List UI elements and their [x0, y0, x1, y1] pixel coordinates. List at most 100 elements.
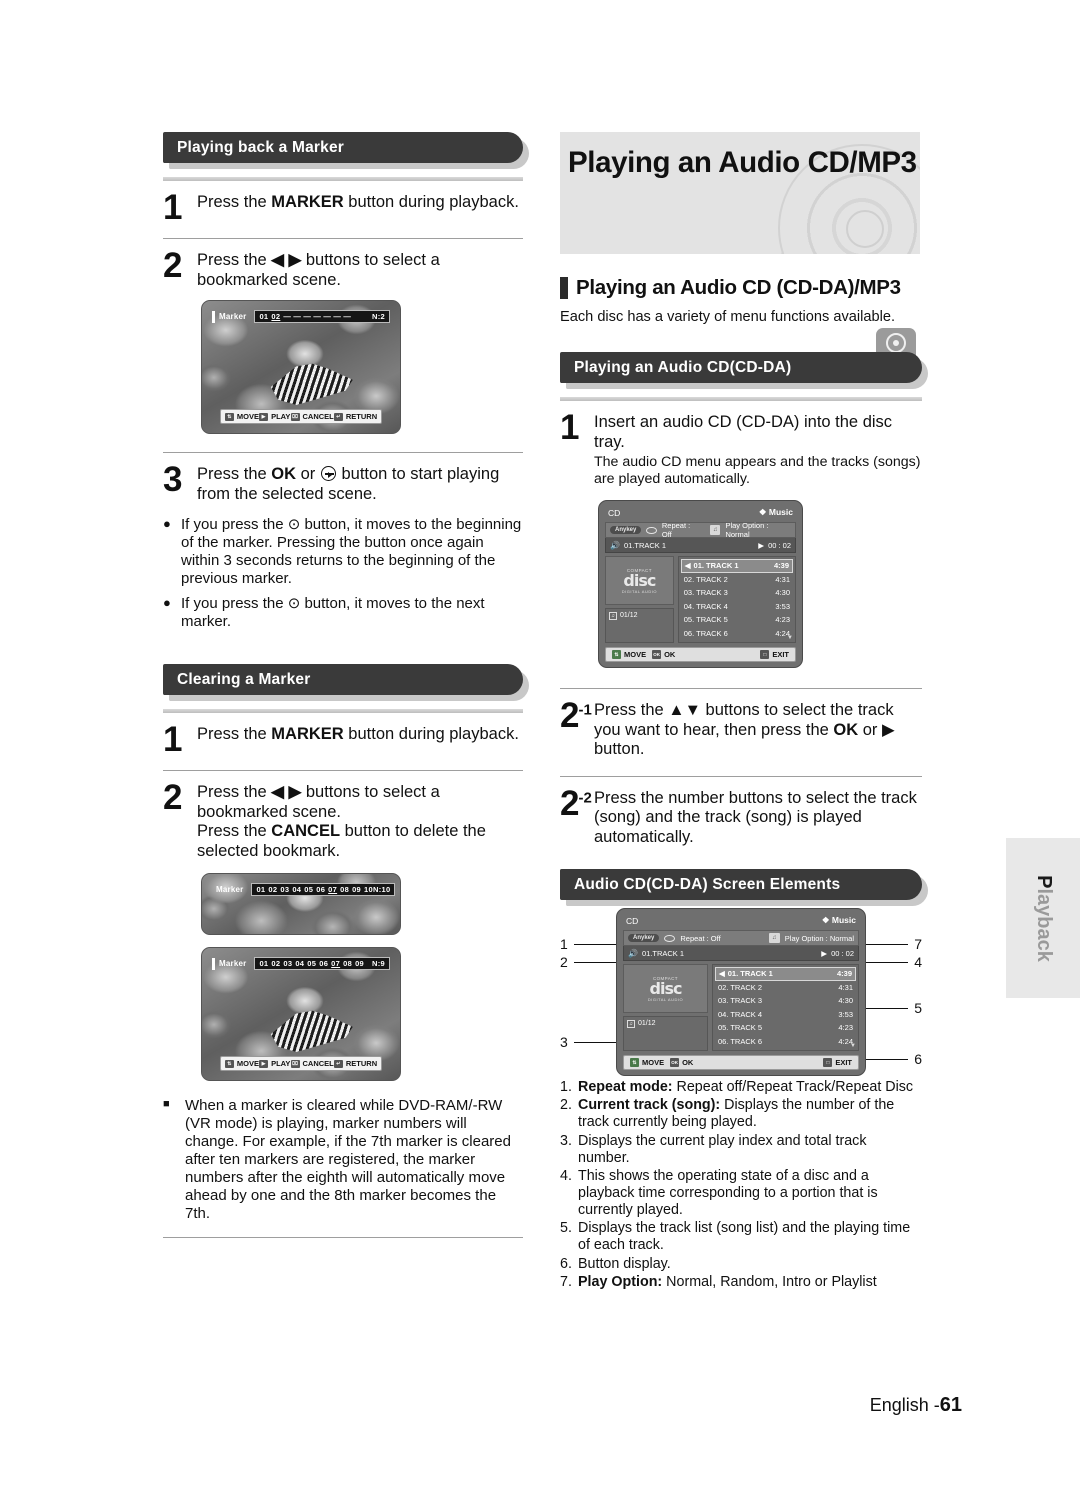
divider — [163, 177, 523, 181]
track-row[interactable]: ◀ 01. TRACK 1 4:39 — [714, 967, 856, 981]
legend-text: Repeat mode: Repeat off/Repeat Track/Rep… — [578, 1079, 922, 1096]
arrow-glyphs-icon: ◀ ▶ — [271, 251, 302, 270]
footer-language: English - — [869, 1395, 940, 1415]
track-name: 06. TRACK 6 — [717, 1036, 763, 1046]
marker-screen-shot-1: Marker 01 02 — — — — — — — N:2 ⇅ MOVE ▶ … — [201, 300, 401, 435]
track-row[interactable]: 06. TRACK 6 4:24 — [715, 1035, 856, 1049]
note-text: If you press the ⊙ button, it moves to t… — [181, 595, 485, 631]
step-text-a: Press the — [594, 701, 669, 720]
callout-number-1: 1 — [560, 936, 568, 953]
osd-marker-label: Marker — [219, 312, 247, 322]
step-number-sup: -2 — [578, 788, 592, 806]
osd-button-label: MOVE — [236, 1059, 259, 1069]
step-text-b: button during playback. — [343, 193, 519, 211]
footer-page-number: 61 — [939, 1394, 962, 1416]
step-text-b: button during playback. — [343, 725, 519, 744]
step-2-2: 2-2 Press the number buttons to select t… — [560, 786, 922, 847]
marker-num: 04 — [292, 885, 302, 895]
track-row[interactable]: 03. TRACK 3 4:30 — [715, 994, 856, 1008]
track-row[interactable]: 03. TRACK 3 4:30 — [681, 586, 793, 600]
divider — [163, 709, 523, 714]
marker-num: 09 — [355, 959, 365, 969]
osd-button-bar: ⇅ MOVE ▶ PLAY ⌧ CANCEL ↵ RETURN — [219, 409, 383, 425]
track-name: 04. TRACK 4 — [683, 601, 728, 611]
ok-icon: OK — [670, 1058, 680, 1068]
play-option-label[interactable]: Play Option : Normal — [785, 934, 854, 943]
step-number: 2 — [163, 778, 182, 818]
osd-button-return[interactable]: ↵ RETURN — [333, 412, 377, 421]
section-header-label: Playing an Audio CD(CD-DA) — [560, 352, 922, 384]
scroll-down-icon[interactable]: ▼ — [787, 635, 793, 641]
heading-bar-icon — [560, 277, 568, 299]
osd-marker-bar: Marker 01 02 03 04 05 06 07 08 09 N:9 — [212, 957, 390, 971]
cd-button-move[interactable]: ⇅ MOVE — [612, 650, 646, 660]
track-row[interactable]: 06. TRACK 6 4:24 — [681, 627, 793, 641]
cd-button-bar: ⇅ MOVE OK OK □ EXIT — [623, 1055, 859, 1071]
marker-num: 10 — [364, 885, 373, 895]
cd-button-exit[interactable]: □ EXIT — [823, 1058, 852, 1068]
marker-num: — — [303, 312, 311, 322]
osd-button-move[interactable]: ⇅ MOVE — [224, 1059, 259, 1069]
step-text-a: Press the — [197, 465, 272, 484]
track-row[interactable]: 05. TRACK 5 4:23 — [715, 1021, 856, 1035]
callout-leader-line — [866, 1059, 908, 1061]
step-text: Press the ▲▼ buttons to select the track… — [594, 699, 922, 759]
step-text: Press the MARKER button during playback. — [197, 723, 523, 744]
marker-num: — — [343, 312, 351, 322]
marker-num: — — [313, 312, 321, 322]
repeat-label[interactable]: Repeat : Off — [680, 934, 720, 943]
track-row[interactable]: 02. TRACK 2 4:31 — [715, 981, 856, 995]
compact-disc-logo: COMPACT disc DIGITAL AUDIO — [623, 964, 708, 1014]
marker-numbers: 01 02 03 04 05 06 07 08 09 10 — [256, 885, 373, 894]
cd-button-move[interactable]: ⇅ MOVE — [630, 1058, 664, 1068]
step-2: 2 Press the ◀ ▶ buttons to select a book… — [163, 248, 523, 290]
divider — [560, 775, 922, 777]
cd-button-ok[interactable]: OK OK — [652, 650, 675, 660]
step-text: Press the number buttons to select the t… — [594, 788, 917, 846]
current-track-label: 01.TRACK 1 — [641, 948, 685, 958]
step-bold: MARKER — [271, 193, 344, 211]
marker-num: 01 — [259, 312, 269, 322]
playing-state-icon: ▶ — [758, 540, 765, 550]
marker-numbers: 01 02 — — — — — — — — [259, 312, 350, 321]
divider — [163, 238, 523, 240]
track-name: 04. TRACK 4 — [717, 1009, 763, 1019]
osd-button-play[interactable]: ▶ PLAY — [259, 412, 290, 421]
play-option-label[interactable]: Play Option : Normal — [725, 521, 791, 539]
osd-button-cancel[interactable]: ⌧ CANCEL — [290, 412, 334, 421]
current-track-label: 01.TRACK 1 — [623, 540, 667, 550]
cd-button-exit[interactable]: □ EXIT — [760, 650, 789, 660]
speaker-icon: 🔊 — [610, 540, 620, 550]
osd-button-return[interactable]: ↵ RETURN — [333, 1059, 377, 1068]
legend-number: 6. — [560, 1255, 572, 1272]
anykey-badge[interactable]: Anykey — [628, 934, 660, 943]
osd-button-bar: ⇅ MOVE ▶ PLAY ⌧ CANCEL ↵ RETURN — [219, 1056, 383, 1072]
legend-number: 1. — [560, 1079, 572, 1096]
osd-button-label: CANCEL — [302, 1059, 334, 1069]
osd-marker-bar: Marker 01 02 — — — — — — — N:2 — [212, 310, 390, 324]
osd-button-play[interactable]: ▶ PLAY — [259, 1059, 290, 1068]
track-name-wrap: 03. TRACK 3 — [684, 588, 728, 597]
track-row[interactable]: 04. TRACK 4 3:53 — [681, 600, 793, 614]
track-time: 4:30 — [775, 588, 790, 598]
track-row[interactable]: 04. TRACK 4 3:53 — [715, 1008, 856, 1022]
track-row[interactable]: ◀ 01. TRACK 1 4:39 — [680, 559, 793, 573]
step-text-b: or — [296, 465, 320, 484]
repeat-label[interactable]: Repeat : Off — [662, 521, 700, 539]
exit-icon: □ — [823, 1058, 833, 1068]
cd-button-ok[interactable]: OK OK — [670, 1058, 694, 1068]
screen-elements-legend: 1. Repeat mode: Repeat off/Repeat Track/R… — [560, 1079, 922, 1291]
legend-number: 7. — [560, 1273, 572, 1290]
play-index-box: ♫ 01/12 — [623, 1016, 708, 1052]
step-text: Insert an audio CD (CD-DA) into the disc… — [594, 411, 922, 488]
track-row[interactable]: 05. TRACK 5 4:23 — [681, 613, 793, 627]
marker-num: 06 — [316, 885, 326, 895]
step-1: 1 Press the MARKER button during playbac… — [163, 190, 523, 225]
osd-button-move[interactable]: ⇅ MOVE — [224, 412, 259, 421]
scroll-down-icon[interactable]: ▼ — [850, 1043, 856, 1049]
track-row[interactable]: 02. TRACK 2 4:31 — [681, 573, 793, 587]
play-icon: ▶ — [259, 1059, 269, 1068]
anykey-badge[interactable]: Anykey — [610, 526, 642, 535]
osd-button-cancel[interactable]: ⌧ CANCEL — [290, 1059, 334, 1069]
cd-button-label: OK — [682, 1058, 694, 1068]
